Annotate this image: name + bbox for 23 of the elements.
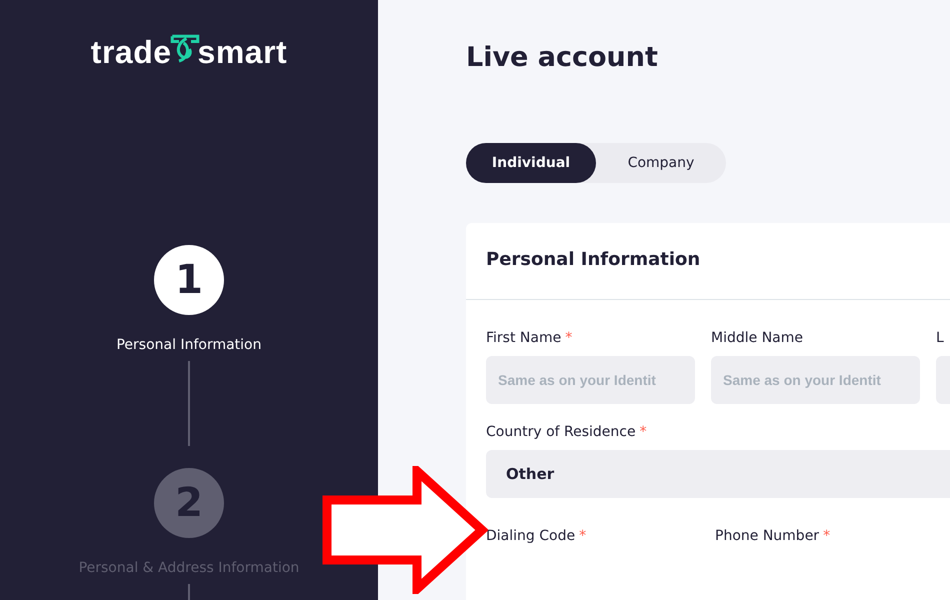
logo-text: trade <box>90 36 172 68</box>
input-field[interactable]: Same as on your Identit <box>711 356 920 404</box>
field-label: Dialing Code * <box>486 528 588 544</box>
field-label: Phone Number * <box>715 528 832 544</box>
field-label: Country of Residence * <box>486 424 648 440</box>
card-title: Personal Information <box>466 223 950 300</box>
field-label: First Name * <box>486 330 574 346</box>
required-mark: * <box>579 528 586 544</box>
required-mark: * <box>565 330 572 346</box>
field-label: Middle Name <box>711 330 804 346</box>
country-select[interactable]: Other <box>486 450 950 498</box>
required-mark: * <box>823 528 830 544</box>
step-number: 1 <box>154 245 224 315</box>
logo-text: smart <box>198 36 288 68</box>
field-label: L <box>936 330 945 346</box>
step-label: Personal & Address Information <box>78 560 300 576</box>
required-mark: * <box>640 424 647 440</box>
step-label: Personal Information <box>116 337 262 353</box>
account-type-tab[interactable]: Individual <box>466 143 596 183</box>
account-type-tab[interactable]: Company <box>596 143 726 183</box>
step-number: 2 <box>154 468 224 538</box>
page-title: Live account <box>466 42 659 73</box>
input-field[interactable]: Same as on your Identit <box>486 356 695 404</box>
